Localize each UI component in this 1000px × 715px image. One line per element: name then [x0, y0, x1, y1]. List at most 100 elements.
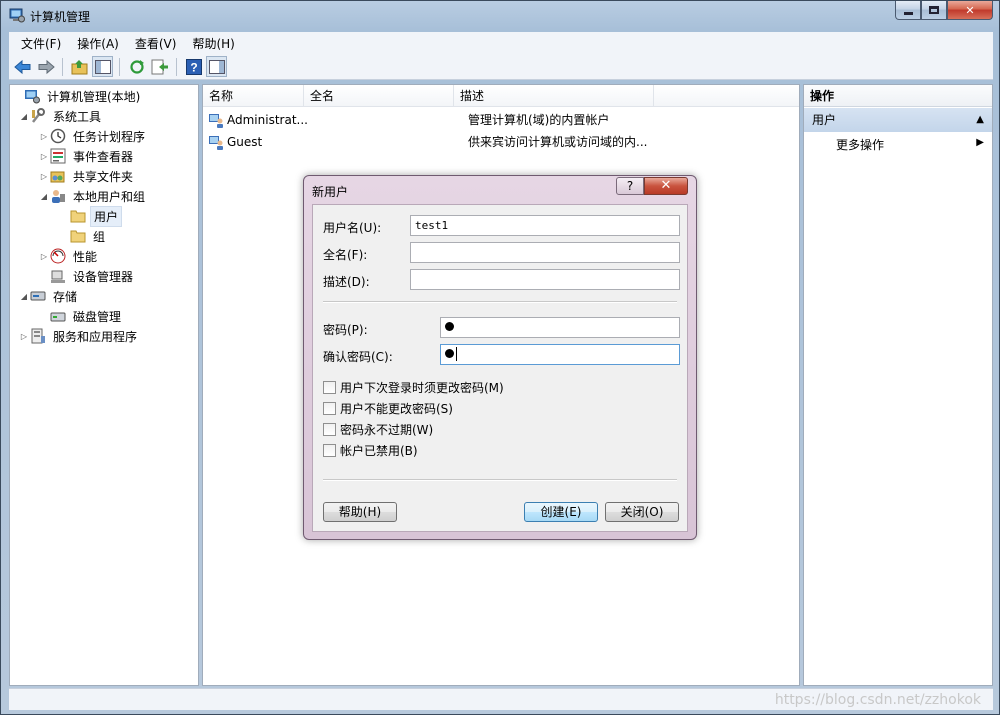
- more-actions-item[interactable]: 更多操作: [836, 135, 884, 155]
- username-label: 用户名(U):: [323, 221, 382, 235]
- menu-file[interactable]: 文件(F): [13, 35, 69, 52]
- password-mask-dot: [445, 322, 454, 331]
- title-bar[interactable]: 计算机管理 ✕: [1, 1, 999, 31]
- expanded-arrow-icon[interactable]: ◢: [18, 112, 30, 121]
- row-description: 供来宾访问计算机或访问域的内...: [468, 135, 648, 149]
- show-hide-action-pane-button[interactable]: [206, 56, 227, 77]
- caption-buttons: ✕: [895, 1, 993, 20]
- close-button[interactable]: ✕: [947, 1, 993, 20]
- status-bar: https://blog.csdn.net/zzhokok: [9, 688, 993, 710]
- minimize-icon: [903, 11, 913, 15]
- back-button[interactable]: [12, 56, 33, 77]
- tree-item-device-manager[interactable]: 设备管理器: [38, 266, 136, 286]
- tree-item-disk-management[interactable]: 磁盘管理: [38, 306, 124, 326]
- list-row-administrator[interactable]: Administrat... 管理计算机(域)的内置帐户: [208, 110, 609, 130]
- menu-view[interactable]: 查看(V): [127, 35, 185, 52]
- refresh-button[interactable]: [126, 56, 147, 77]
- tree-item-services-apps[interactable]: ▷ 服务和应用程序: [18, 326, 140, 346]
- show-hide-action-pane-icon: [208, 59, 225, 74]
- services-apps-icon: [31, 328, 45, 344]
- collapsed-arrow-icon[interactable]: ▷: [18, 332, 30, 341]
- tree-item-task-scheduler[interactable]: ▷ 任务计划程序: [38, 126, 148, 146]
- collapse-up-icon[interactable]: ▲: [976, 108, 984, 132]
- tree-item-groups[interactable]: 组: [58, 226, 108, 246]
- help-button[interactable]: 帮助(H): [323, 502, 397, 522]
- checkbox-box[interactable]: [323, 381, 336, 394]
- up-button[interactable]: [69, 56, 90, 77]
- help-toolbar-button[interactable]: ?: [183, 56, 204, 77]
- back-arrow-icon: [13, 59, 30, 74]
- toolbar-separator: [119, 57, 120, 76]
- expanded-arrow-icon[interactable]: ◢: [18, 292, 30, 301]
- close-icon: ✕: [660, 178, 672, 193]
- tree-label-performance: 性能: [73, 249, 98, 264]
- close-icon: ✕: [965, 3, 975, 17]
- refresh-icon: [129, 59, 144, 74]
- tree-label-system-tools: 系统工具: [53, 109, 102, 124]
- dialog-close-button[interactable]: ✕: [644, 177, 688, 195]
- checkbox-box[interactable]: [323, 444, 336, 457]
- divider: [323, 301, 677, 303]
- tree-item-system-tools[interactable]: ◢ 系统工具: [18, 106, 104, 126]
- description-input[interactable]: [410, 269, 680, 290]
- password-input[interactable]: [440, 317, 680, 338]
- list-row-guest[interactable]: Guest 供来宾访问计算机或访问域的内...: [208, 132, 647, 152]
- collapsed-arrow-icon[interactable]: ▷: [38, 152, 50, 161]
- maximize-button[interactable]: [921, 1, 947, 20]
- new-user-dialog: 新用户 ? ✕ 用户名(U): test1 全名(F): 描述(D): 密码(P…: [303, 175, 697, 540]
- show-hide-tree-button[interactable]: [92, 56, 113, 77]
- confirm-password-input[interactable]: [440, 344, 680, 365]
- password-mask-dot: [445, 349, 454, 358]
- user-icon: [209, 114, 223, 128]
- toolbar: ?: [9, 54, 993, 80]
- more-actions-label: 更多操作: [836, 138, 885, 152]
- tree-item-users[interactable]: 用户: [58, 205, 123, 227]
- checkbox-label: 用户下次登录时须更改密码(M): [340, 381, 504, 395]
- tree-item-local-users-groups[interactable]: ◢ 本地用户和组: [38, 186, 148, 206]
- tree-item-storage[interactable]: ◢ 存储: [18, 286, 80, 306]
- fullname-label: 全名(F):: [323, 248, 368, 262]
- device-manager-icon: [51, 270, 65, 283]
- watermark-text: https://blog.csdn.net/zzhokok: [774, 692, 981, 708]
- minimize-button[interactable]: [895, 1, 921, 20]
- system-tools-icon: [32, 108, 45, 123]
- tree-item-performance[interactable]: ▷ 性能: [38, 246, 100, 266]
- dialog-help-button[interactable]: ?: [616, 177, 644, 195]
- fullname-input[interactable]: [410, 242, 680, 263]
- cannot-change-password-checkbox[interactable]: 用户不能更改密码(S): [323, 400, 453, 417]
- tree-label-event-viewer: 事件查看器: [73, 149, 134, 164]
- menu-action[interactable]: 操作(A): [69, 35, 127, 52]
- clock-icon: [50, 128, 66, 144]
- tree-item-shared-folders[interactable]: ▷ 共享文件夹: [38, 166, 136, 186]
- collapsed-arrow-icon[interactable]: ▷: [38, 132, 50, 141]
- close-dialog-button[interactable]: 关闭(O): [605, 502, 679, 522]
- account-disabled-checkbox[interactable]: 帐户已禁用(B): [323, 442, 418, 459]
- action-group-label: 用户: [812, 113, 837, 127]
- dialog-title: 新用户: [312, 185, 349, 199]
- action-group-users[interactable]: 用户 ▲: [804, 108, 992, 132]
- user-icon: [209, 136, 223, 150]
- tree-item-root[interactable]: 计算机管理(本地): [12, 86, 143, 106]
- create-button[interactable]: 创建(E): [524, 502, 598, 522]
- tree-item-event-viewer[interactable]: ▷ 事件查看器: [38, 146, 136, 166]
- column-header-fullname[interactable]: 全名: [304, 85, 454, 107]
- column-header-description[interactable]: 描述: [454, 85, 654, 107]
- menu-help[interactable]: 帮助(H): [184, 35, 242, 52]
- password-never-expires-checkbox[interactable]: 密码永不过期(W): [323, 421, 433, 438]
- collapsed-arrow-icon[interactable]: ▷: [38, 252, 50, 261]
- help-icon: ?: [185, 58, 202, 75]
- username-input[interactable]: test1: [410, 215, 680, 236]
- collapsed-arrow-icon[interactable]: ▷: [38, 172, 50, 181]
- confirm-password-label: 确认密码(C):: [323, 350, 393, 364]
- expanded-arrow-icon[interactable]: ◢: [38, 192, 50, 201]
- must-change-password-checkbox[interactable]: 用户下次登录时须更改密码(M): [323, 379, 504, 396]
- tree-label-services-apps: 服务和应用程序: [53, 329, 138, 344]
- checkbox-box[interactable]: [323, 423, 336, 436]
- export-list-button[interactable]: [149, 56, 170, 77]
- description-label: 描述(D):: [323, 275, 370, 289]
- show-hide-tree-icon: [94, 59, 111, 74]
- column-header-name[interactable]: 名称: [203, 85, 304, 107]
- folder-icon: [70, 210, 86, 223]
- forward-button[interactable]: [35, 56, 56, 77]
- checkbox-box[interactable]: [323, 402, 336, 415]
